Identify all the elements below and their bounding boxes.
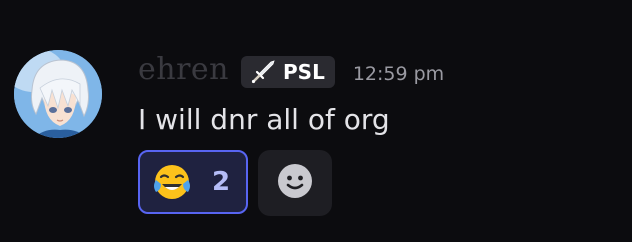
username[interactable]: ehren [138, 55, 229, 85]
avatar[interactable] [14, 50, 102, 138]
timestamp[interactable]: 12:59 pm [353, 63, 444, 85]
guild-tag-label: PSL [283, 60, 325, 84]
reaction-bar: 2 [138, 150, 332, 216]
reaction-count: 2 [212, 167, 231, 197]
joy-emoji-icon [152, 162, 192, 202]
avatar-image [14, 50, 102, 138]
sword-icon [249, 58, 277, 86]
message-content: I will dnr all of org [138, 103, 390, 136]
chat-message: ehren PSL 12:59 pm I will dnr all of org [0, 0, 632, 242]
smiley-icon [277, 163, 313, 203]
reaction-joy[interactable]: 2 [138, 150, 248, 214]
add-reaction-button[interactable] [258, 150, 332, 216]
guild-tag[interactable]: PSL [241, 56, 335, 88]
message-header: ehren PSL 12:59 pm [138, 54, 444, 90]
